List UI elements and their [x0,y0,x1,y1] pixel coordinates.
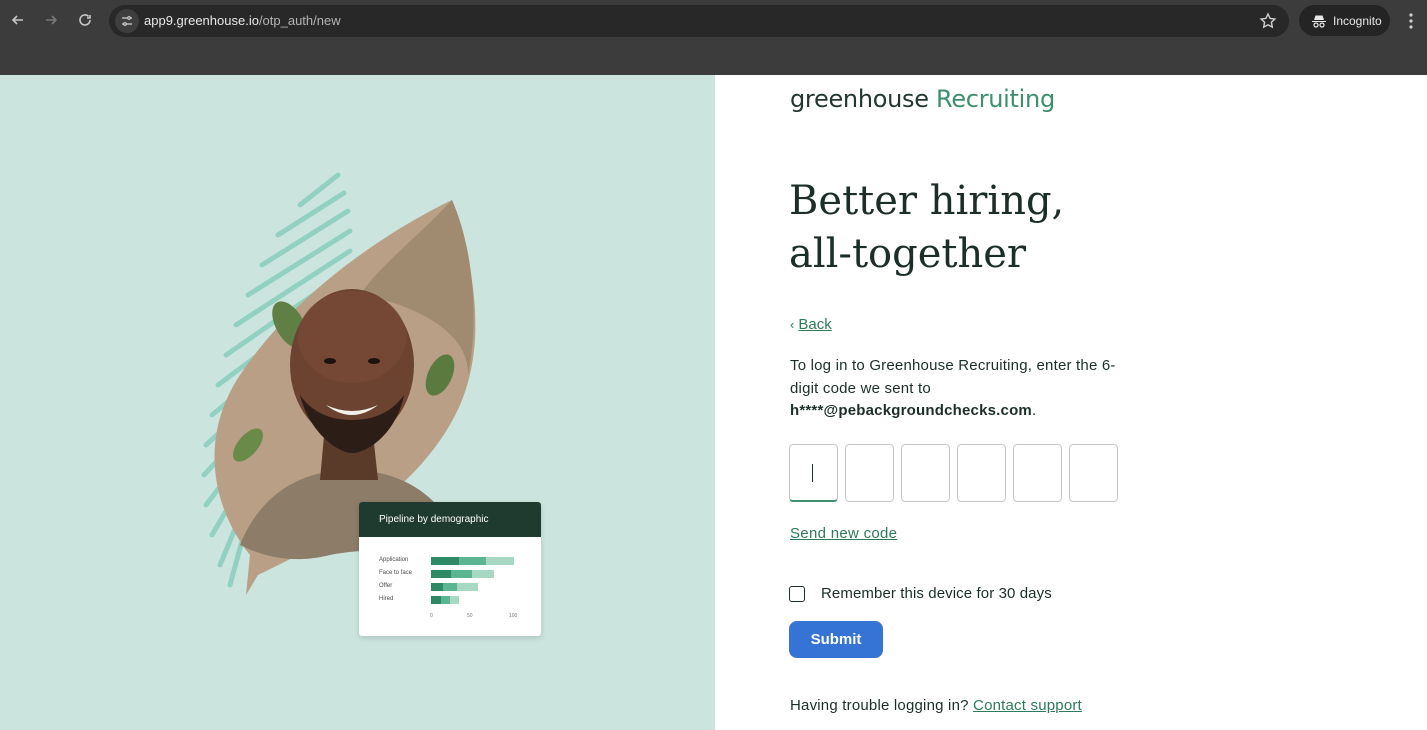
incognito-label: Incognito [1333,13,1382,28]
bookmark-star-icon[interactable] [1259,12,1277,30]
chevron-left-icon: ‹ [790,317,795,332]
greenhouse-logo[interactable]: greenhouse Recruiting [790,85,1055,113]
incognito-icon [1312,15,1326,28]
forward-arrow-icon[interactable] [39,8,63,32]
otp-instructions: To log in to Greenhouse Recruiting, ente… [790,355,1130,423]
pipeline-axis-tick: 0 [430,613,433,619]
remember-device-label[interactable]: Remember this device for 30 days [821,585,1052,602]
pipeline-row-label: Offer [379,583,393,589]
otp-input-group [789,444,1118,502]
browser-chrome: app9.greenhouse.io/otp_auth/new Incognit… [0,0,1427,75]
pipeline-axis-tick: 100 [509,613,518,619]
otp-digit-4[interactable] [957,444,1006,502]
pipeline-bar [431,557,459,565]
remember-device-row[interactable]: Remember this device for 30 days [789,585,1052,602]
browser-toolbar: app9.greenhouse.io/otp_auth/new Incognit… [0,0,1427,42]
submit-button[interactable]: Submit [789,621,883,658]
headline-line-1: Better hiring, [789,178,1065,224]
pipeline-axis-tick: 50 [467,613,473,619]
instructions-suffix: . [1031,402,1037,419]
pipeline-bar [443,583,457,591]
pipeline-bar [450,596,459,604]
pipeline-row-label: Face to face [379,570,413,576]
browser-menu-icon[interactable] [1403,11,1419,31]
incognito-badge[interactable]: Incognito [1299,5,1390,36]
reload-icon[interactable] [73,8,97,32]
url-text[interactable]: app9.greenhouse.io/otp_auth/new [144,13,341,28]
pipeline-bar [431,570,451,578]
otp-digit-5[interactable] [1013,444,1062,502]
address-bar[interactable]: app9.greenhouse.io/otp_auth/new [109,5,1289,37]
brand-product: Recruiting [936,85,1055,113]
otp-digit-2[interactable] [845,444,894,502]
otp-digit-3[interactable] [901,444,950,502]
otp-digit-6[interactable] [1069,444,1118,502]
pipeline-card-title: Pipeline by demographic [359,502,541,537]
pipeline-bar [457,583,478,591]
leaf-portrait-illustration [201,172,476,595]
pipeline-row-label: Hired [379,596,394,602]
pipeline-bar [486,557,514,565]
site-info-icon[interactable] [115,9,139,33]
brand-name: greenhouse [790,85,929,113]
pipeline-row-label: Application [379,557,409,563]
page-headline: Better hiring, all-together [789,175,1209,281]
otp-digit-1[interactable] [789,444,838,502]
otp-digit-1-wrapper [789,444,838,502]
text-caret [812,464,813,482]
headline-line-2: all-together [789,231,1027,277]
pipeline-bar [431,583,443,591]
pipeline-bar [472,570,494,578]
back-link-label: Back [798,316,832,333]
trouble-logging-in: Having trouble logging in? Contact suppo… [790,697,1082,714]
send-new-code-link[interactable]: Send new code [790,525,897,542]
trouble-text: Having trouble logging in? [790,697,969,714]
pipeline-bar [441,596,450,604]
pipeline-chart-card: Pipeline by demographic Application Face… [359,502,541,636]
pipeline-bar [459,557,486,565]
instructions-text: To log in to Greenhouse Recruiting, ente… [790,357,1116,397]
illustration-panel: Pipeline by demographic Application Face… [0,75,715,730]
login-panel: greenhouse Recruiting Better hiring, all… [715,75,1427,730]
pipeline-bar [431,596,441,604]
pipeline-bar [451,570,472,578]
masked-email: h****@pebackgroundchecks.com [790,402,1032,419]
back-link[interactable]: ‹ Back [790,316,832,333]
contact-support-link[interactable]: Contact support [973,697,1082,714]
remember-device-checkbox[interactable] [789,585,805,602]
back-arrow-icon[interactable] [6,8,30,32]
pipeline-card-body: Application Face to face Offer Hired 0 5… [359,537,541,636]
